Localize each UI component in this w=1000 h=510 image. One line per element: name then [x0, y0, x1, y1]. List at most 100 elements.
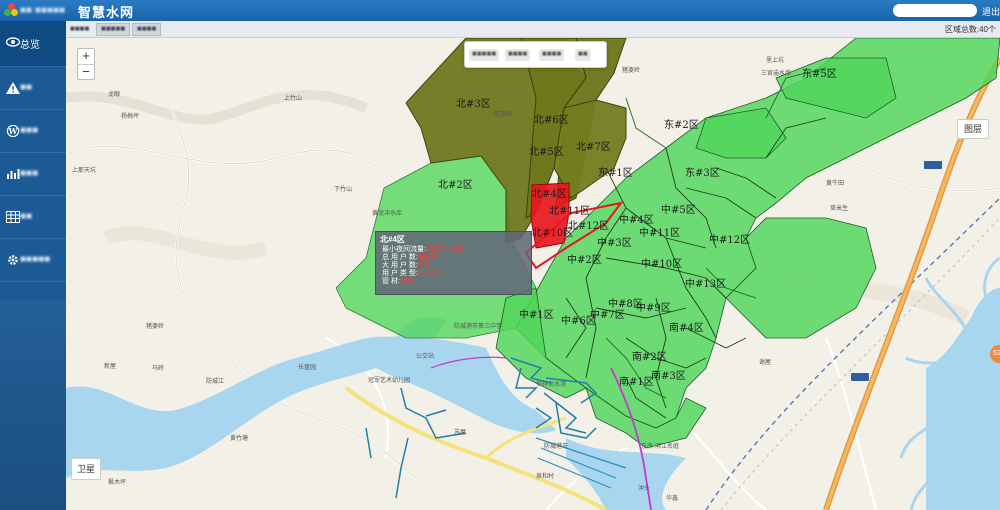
- zone-label: 南#1区: [619, 375, 654, 388]
- brand-name: ■■ ■■■■■: [20, 5, 66, 16]
- sidebar-background: [0, 300, 66, 510]
- popup-title: 北#4区: [380, 235, 405, 244]
- zone-label: 中#5区: [661, 203, 696, 216]
- svg-text:新屋: 新屋: [104, 362, 116, 370]
- sidebar-item-label: ■■■: [20, 168, 39, 179]
- zone-label: 北#7区: [576, 141, 611, 153]
- svg-text:黄竹塘: 黄竹塘: [230, 434, 248, 442]
- zone-label: 中#13区: [685, 277, 726, 290]
- zone-label: 北#6区: [534, 114, 569, 126]
- svg-text:猪婆岭: 猪婆岭: [146, 322, 164, 330]
- zone-label: 中#2区: [567, 253, 602, 266]
- sidebar-item-label: ■■■■■: [20, 254, 51, 265]
- satellite-button[interactable]: 卫星: [71, 458, 101, 480]
- zone-label: 东#5区: [802, 67, 837, 80]
- eye-icon: [5, 36, 21, 48]
- warning-icon: [6, 82, 20, 94]
- svg-text:防城江: 防城江: [206, 377, 224, 385]
- sidebar-item-label: ■■: [20, 82, 33, 93]
- sidebar-item-alarm[interactable]: ■■: [0, 67, 66, 110]
- zoom-out-button[interactable]: −: [78, 64, 94, 79]
- popup-row: 最小夜间流量:23.271 m³/h: [382, 246, 464, 253]
- zone-label: 南#4区: [669, 321, 704, 334]
- svg-text:三官庙水库: 三官庙水库: [761, 69, 791, 77]
- zone-label: 中#11区: [639, 226, 680, 239]
- zone-label: 南#2区: [632, 350, 667, 363]
- sidebar-item-settings[interactable]: ■■■■■: [0, 239, 66, 282]
- zone-label: 北#3区: [456, 98, 491, 110]
- map-tool-button-4[interactable]: ■■: [575, 49, 591, 61]
- sidebar-item-statistics[interactable]: ■■■: [0, 153, 66, 196]
- map-tool-button-2[interactable]: ■■■■: [505, 49, 531, 61]
- svg-text:上竹山: 上竹山: [284, 94, 302, 102]
- sidebar-item-overview[interactable]: 总览: [0, 21, 66, 67]
- area-total-count: 区域总数:40个: [944, 25, 996, 34]
- zone-label: 北#12区: [568, 220, 609, 232]
- svg-text:杨梅坪: 杨梅坪: [121, 112, 139, 120]
- gear-icon: [6, 254, 20, 266]
- zone-label: 东#1区: [598, 166, 633, 179]
- svg-text:W: W: [8, 126, 19, 136]
- layers-button[interactable]: 图层: [957, 119, 989, 139]
- zone-label: 中#4区: [619, 213, 654, 226]
- svg-text:枫木坪: 枫木坪: [108, 478, 126, 486]
- zone-label: 中#12区: [709, 233, 750, 246]
- zone-label: 中#9区: [636, 301, 671, 314]
- svg-text:谢屋: 谢屋: [759, 358, 771, 366]
- zone-label: 中#7区: [590, 308, 625, 321]
- top-bar: ■■ ■■■■■ 智慧水网 退出: [0, 0, 1000, 21]
- svg-text:公交站: 公交站: [416, 352, 434, 360]
- tab-2[interactable]: ■■■■: [132, 23, 162, 36]
- popup-row: 用 户 类 型:居民混合: [382, 270, 446, 277]
- map-toolbar: ■■■■■ ■■■■ ■■■■ ■■: [464, 41, 607, 68]
- svg-text:防城港市第三中学: 防城港市第三中学: [454, 322, 502, 330]
- bar-chart-icon: [6, 168, 20, 180]
- breadcrumb-home[interactable]: ■■■■: [70, 24, 89, 35]
- map-canvas[interactable]: 龙眼 杨梅坪 上那天坑 上竹山 下竹山 黄泥冲水库 区政府 猪婆岭 三官庙水库 …: [66, 38, 1000, 510]
- table-icon: [6, 211, 20, 223]
- popup-row: 管 材:铸铁: [382, 278, 414, 285]
- popup-row: 大 用 户 数:0 户: [382, 262, 431, 269]
- sidebar-item-table[interactable]: ■■: [0, 196, 66, 239]
- sidebar-item-wordpress[interactable]: W ■■■: [0, 110, 66, 153]
- svg-text:龙眼: 龙眼: [108, 90, 120, 98]
- zone-label: 中#1区: [519, 308, 554, 321]
- zone-label: 南#3区: [651, 369, 686, 382]
- map-tool-button-3[interactable]: ■■■■: [539, 49, 565, 61]
- zone-info-popup: 北#4区 最小夜间流量:23.271 m³/h 总 用 户 数:580 户 大 …: [375, 231, 532, 295]
- map-view[interactable]: 龙眼 杨梅坪 上那天坑 上竹山 下竹山 黄泥冲水库 区政府 猪婆岭 三官庙水库 …: [66, 38, 1000, 510]
- svg-text:下竹山: 下竹山: [334, 185, 352, 193]
- zoom-control: + −: [77, 48, 95, 80]
- svg-text:沖头: 沖头: [638, 484, 650, 492]
- zone-label: 东#2区: [664, 118, 699, 131]
- svg-text:东南·滨江名庭: 东南·滨江名庭: [641, 442, 679, 450]
- map-tool-button-1[interactable]: ■■■■■: [469, 49, 500, 61]
- tab-1[interactable]: ■■■■■: [96, 23, 131, 36]
- logout-link[interactable]: 退出: [982, 5, 1000, 18]
- app-logo: [4, 3, 18, 17]
- sidebar: 总览 ■■ W ■■■ ■■■ ■■ ■■■■■: [0, 21, 66, 510]
- zoom-in-button[interactable]: +: [78, 49, 94, 64]
- zone-label: 中#3区: [597, 236, 632, 249]
- zone-label: 北#5区: [529, 146, 564, 158]
- svg-text:苏屋: 苏屋: [454, 428, 466, 436]
- svg-text:防城港市: 防城港市: [544, 442, 568, 450]
- zone-label: 中#10区: [641, 257, 682, 270]
- top-search-input[interactable]: [893, 4, 977, 17]
- svg-text:冠军艺术幼儿园: 冠军艺术幼儿园: [368, 376, 410, 384]
- svg-text:里上坑: 里上坑: [766, 56, 784, 64]
- svg-text:草米生: 草米生: [830, 204, 848, 212]
- zone-label: 东#3区: [685, 166, 720, 179]
- svg-text:长盘园: 长盘园: [298, 363, 316, 371]
- svg-text:华鑫: 华鑫: [666, 494, 678, 502]
- sidebar-item-label: ■■■: [20, 125, 39, 136]
- svg-text:黄泥冲水库: 黄泥冲水库: [372, 209, 402, 217]
- svg-text:泉和村: 泉和村: [536, 472, 554, 480]
- zone-label: 北#11区: [549, 205, 590, 217]
- popup-row: 总 用 户 数:580 户: [382, 254, 439, 261]
- svg-text:上那天坑: 上那天坑: [72, 166, 96, 174]
- sidebar-item-label: ■■: [20, 211, 33, 222]
- zone-label: 北#4区: [532, 188, 567, 200]
- wordpress-icon: W: [6, 124, 20, 138]
- app-title: 智慧水网: [78, 5, 135, 20]
